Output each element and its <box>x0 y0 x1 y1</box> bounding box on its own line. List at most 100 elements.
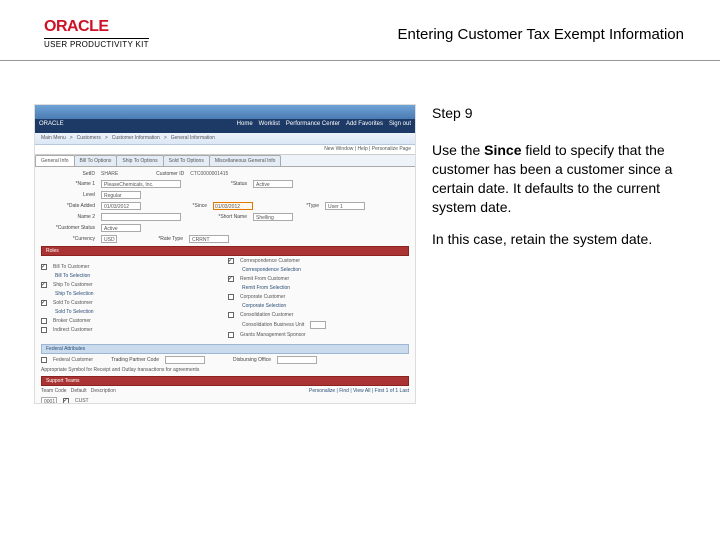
support-pager[interactable]: Personalize | Find | View All | First 1 … <box>309 388 409 394</box>
ss-nav-fav[interactable]: Add Favorites <box>346 121 383 131</box>
ss-nav-signout[interactable]: Sign out <box>389 121 411 131</box>
lbl-grants: Grants Management Sponsor <box>240 332 306 338</box>
p1-b: Since <box>484 142 521 158</box>
sec-federal: Federal Attributes <box>41 344 409 354</box>
lbl-setid: SetID <box>41 171 95 177</box>
lnk-remit-sel[interactable]: Remit From Selection <box>242 285 290 291</box>
fld-disbursing[interactable] <box>277 356 317 364</box>
tab-general-info[interactable]: General Info <box>35 155 75 166</box>
tab-ship-to[interactable]: Ship To Options <box>116 155 163 166</box>
lnk-sold-sel[interactable]: Sold To Selection <box>55 309 94 315</box>
lbl-disbursing: Disbursing Office <box>211 357 271 363</box>
fld-consol-bu[interactable] <box>310 321 326 329</box>
chk-grants[interactable] <box>228 332 234 338</box>
lbl-consol: Consolidation Customer <box>240 312 293 318</box>
chk-ship-to[interactable] <box>41 282 47 288</box>
col-team: Team Code <box>41 388 67 394</box>
chk-corr[interactable] <box>228 258 234 264</box>
fld-currency[interactable]: USD <box>101 235 117 243</box>
sec-roles: Roles <box>41 246 409 256</box>
ss-bc-geninfo[interactable]: General Information <box>171 135 215 142</box>
fld-date-added[interactable]: 01/03/2012 <box>101 202 141 210</box>
lnk-bill-sel[interactable]: Bill To Selection <box>55 273 90 279</box>
lbl-broker: Broker Customer <box>53 318 91 324</box>
ss-nav-home[interactable]: Home <box>237 121 253 131</box>
lbl-custid: Customer ID <box>124 171 184 177</box>
chk-federal[interactable] <box>41 357 47 363</box>
lnk-corr-sel[interactable]: Correspondence Selection <box>242 267 301 273</box>
lbl-bill-to: Bill To Customer <box>53 264 89 270</box>
lbl-level: Level <box>41 192 95 198</box>
fld-name1[interactable]: PleaseChemicals, Inc. <box>101 180 181 188</box>
lbl-trading: Trading Partner Code <box>99 357 159 363</box>
lbl-cust-status: *Customer Status <box>41 225 95 231</box>
tab-bill-to[interactable]: Bill To Options <box>74 155 118 166</box>
sec-support-title: Support Teams <box>46 378 80 384</box>
lbl-type: *Type <box>259 203 319 209</box>
chk-bill-to[interactable] <box>41 264 47 270</box>
col-desc: Description <box>91 388 116 394</box>
instruction-p2: In this case, retain the system date. <box>432 230 690 249</box>
oracle-logo-block: ORACLE USER PRODUCTIVITY KIT <box>44 18 149 49</box>
tab-misc[interactable]: Miscellaneous General Info <box>209 155 282 166</box>
lbl-shortname: *Short Name <box>187 214 247 220</box>
p1-a: Use the <box>432 142 484 158</box>
app-screenshot: ORACLE Home Worklist Performance Center … <box>34 104 416 404</box>
lbl-corp: Corporate Customer <box>240 294 285 300</box>
ss-bc-custinfo[interactable]: Customer Information <box>112 135 160 142</box>
val-setid: SHARE <box>101 171 118 177</box>
oracle-logo: ORACLE <box>44 18 109 36</box>
chk-consol[interactable] <box>228 312 234 318</box>
lbl-date-added: *Date Added <box>41 203 95 209</box>
federal-note: Appropriate Symbol for Receipt and Outla… <box>41 367 199 373</box>
fld-teamcode[interactable]: 0001 <box>41 397 57 404</box>
tab-sold-to[interactable]: Sold To Options <box>163 155 210 166</box>
ss-bc-customers[interactable]: Customers <box>77 135 101 142</box>
chk-corp[interactable] <box>228 294 234 300</box>
fld-rate-type[interactable]: CRRNT <box>189 235 229 243</box>
fld-level[interactable]: Regular <box>101 191 141 199</box>
page-title: Entering Customer Tax Exempt Information <box>397 26 684 43</box>
ss-subbar: New Window | Help | Personalize Page <box>35 145 415 155</box>
lbl-indirect: Indirect Customer <box>53 327 92 333</box>
lbl-name1: *Name 1 <box>41 181 95 187</box>
fld-trading[interactable] <box>165 356 205 364</box>
fld-since[interactable]: 01/03/2012 <box>213 202 253 210</box>
fld-shortname[interactable]: Shelling <box>253 213 293 221</box>
lbl-since: *Since <box>147 203 207 209</box>
ss-oracle-brand: ORACLE <box>39 121 64 131</box>
chk-indirect[interactable] <box>41 327 47 333</box>
ss-nav-perf[interactable]: Performance Center <box>286 121 340 131</box>
chk-broker[interactable] <box>41 318 47 324</box>
chk-default[interactable] <box>63 398 69 404</box>
ss-breadcrumb: Main Menu > Customers > Customer Informa… <box>35 133 415 145</box>
lbl-sold-to: Sold To Customer <box>53 300 93 306</box>
chk-remit[interactable] <box>228 276 234 282</box>
lbl-ship-to: Ship To Customer <box>53 282 93 288</box>
lbl-status: *Status <box>187 181 247 187</box>
fld-cust-status[interactable]: Active <box>101 224 141 232</box>
lbl-corr: Correspondence Customer <box>240 258 300 264</box>
lbl-currency: *Currency <box>41 236 95 242</box>
ss-browser-chrome <box>35 105 415 119</box>
instruction-panel: Step 9 Use the Since field to specify th… <box>432 104 690 263</box>
ss-title-bar: ORACLE Home Worklist Performance Center … <box>35 119 415 133</box>
sec-support: Support Teams <box>41 376 409 386</box>
lbl-federal: Federal Customer <box>53 357 93 363</box>
fld-type[interactable]: User 1 <box>325 202 365 210</box>
header-divider <box>0 60 720 61</box>
ss-nav-worklist[interactable]: Worklist <box>259 121 280 131</box>
fld-status[interactable]: Active <box>253 180 293 188</box>
chk-sold-to[interactable] <box>41 300 47 306</box>
fld-name2[interactable] <box>101 213 181 221</box>
col-default: Default <box>71 388 87 394</box>
lnk-corp-sel[interactable]: Corporate Selection <box>242 303 286 309</box>
lbl-remit: Remit From Customer <box>240 276 289 282</box>
instruction-p1: Use the Since field to specify that the … <box>432 141 690 217</box>
ss-tabs: General Info Bill To Options Ship To Opt… <box>35 155 415 167</box>
upk-subtitle: USER PRODUCTIVITY KIT <box>44 38 149 49</box>
lnk-ship-sel[interactable]: Ship To Selection <box>55 291 94 297</box>
ss-bc-main[interactable]: Main Menu <box>41 135 66 142</box>
val-desc: CUST <box>75 398 89 404</box>
lbl-consol-bu: Consolidation Business Unit <box>242 322 304 328</box>
